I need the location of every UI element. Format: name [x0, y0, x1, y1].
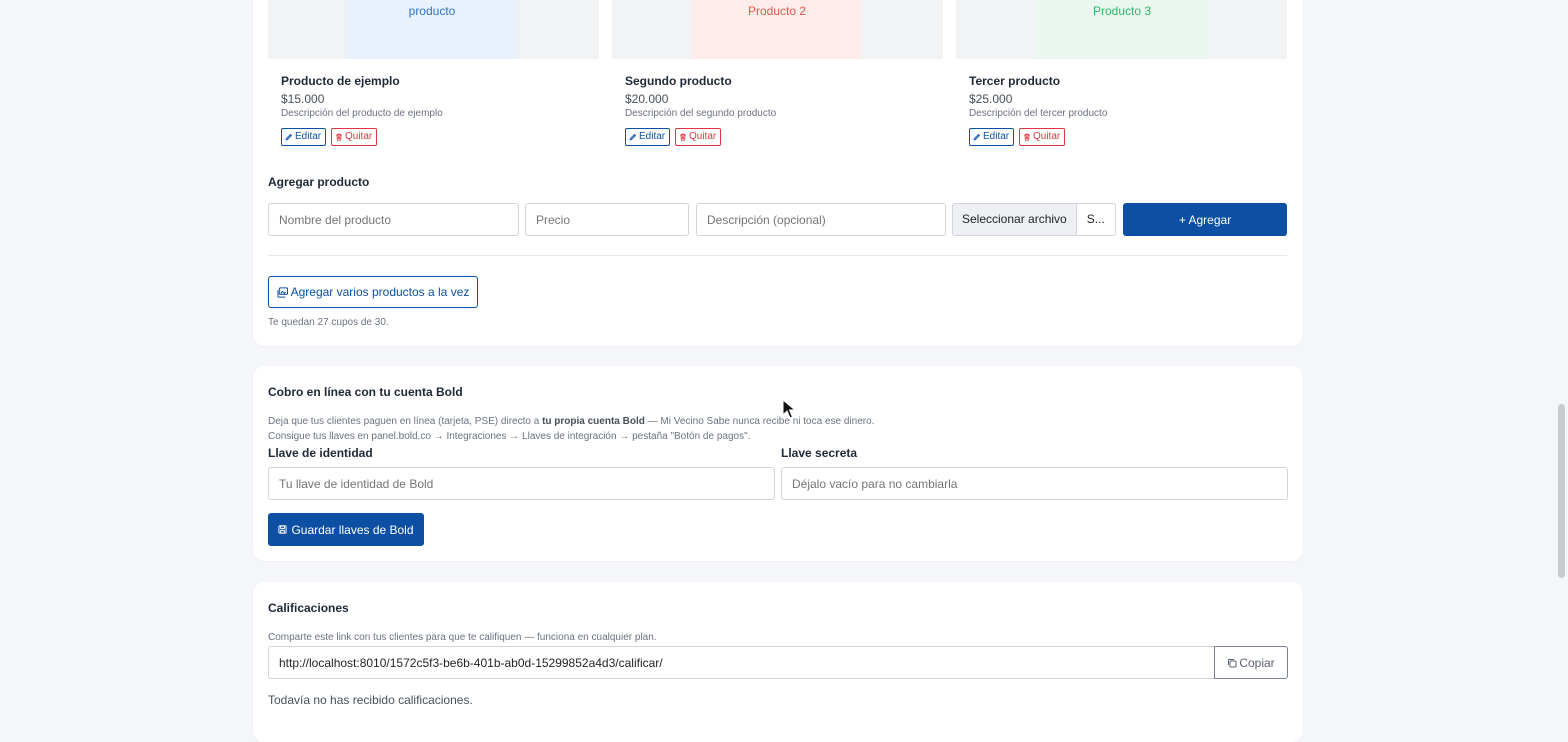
- identity-key-input[interactable]: [268, 467, 775, 500]
- remove-label: Quitar: [345, 131, 373, 142]
- edit-product-button[interactable]: Editar: [625, 128, 671, 146]
- bulk-add-label: Agregar varios productos a la vez: [290, 285, 470, 299]
- copy-icon: [1228, 658, 1237, 667]
- file-status-text: S...: [1086, 212, 1105, 226]
- choose-file-button[interactable]: Seleccionar archivo: [953, 204, 1077, 235]
- save-bold-keys-button[interactable]: Guardar llaves de Bold: [268, 513, 424, 546]
- remove-label: Quitar: [689, 131, 717, 142]
- remove-label: Quitar: [1033, 131, 1061, 142]
- product-description: Descripción del tercer producto: [969, 108, 1108, 119]
- bold-desc-before: Deja que tus clientes paguen en línea (t…: [268, 416, 543, 427]
- product-image-placeholder: producto: [345, 0, 519, 59]
- product-description: Descripción del producto de ejemplo: [281, 108, 443, 119]
- quota-text: Te quedan 27 cupos de 30.: [268, 317, 389, 328]
- pencil-icon: [629, 133, 637, 141]
- bold-desc-after: — Mi Vecino Sabe nunca recibe ni toca es…: [644, 416, 875, 427]
- images-icon: [277, 286, 288, 298]
- product-image-placeholder: Producto 3: [1036, 0, 1208, 59]
- ratings-link-input[interactable]: [268, 646, 1215, 679]
- edit-product-button[interactable]: Editar: [969, 128, 1015, 146]
- edit-label: Editar: [983, 131, 1010, 142]
- identity-key-label: Llave de identidad: [268, 446, 373, 460]
- pencil-icon: [973, 133, 981, 141]
- product-image: Producto 2: [612, 0, 943, 59]
- scrollbar-thumb[interactable]: [1558, 404, 1565, 578]
- ratings-description: Comparte este link con tus clientes para…: [268, 632, 657, 643]
- edit-label: Editar: [639, 131, 666, 142]
- product-image-text: producto: [408, 4, 456, 18]
- bold-instructions: Consigue tus llaves en panel.bold.co → I…: [268, 431, 751, 442]
- product-name-input[interactable]: [268, 203, 519, 236]
- bold-title: Cobro en línea con tu cuenta Bold: [268, 385, 463, 399]
- scrollbar[interactable]: [1554, 0, 1568, 706]
- product-description: Descripción del segundo producto: [625, 108, 777, 119]
- add-product-title: Agregar producto: [268, 175, 370, 189]
- product-price: $15.000: [281, 92, 325, 106]
- product-price: $25.000: [969, 92, 1013, 106]
- bulk-add-button[interactable]: Agregar varios productos a la vez: [268, 276, 478, 308]
- product-image-text: Producto 3: [1092, 4, 1152, 18]
- remove-product-button[interactable]: Quitar: [675, 128, 722, 146]
- trash-icon: [336, 133, 342, 141]
- product-image-placeholder: Producto 2: [692, 0, 862, 59]
- section-divider: [268, 255, 1287, 256]
- secret-key-label: Llave secreta: [781, 446, 858, 460]
- bold-desc-strong: tu propia cuenta Bold: [542, 416, 645, 427]
- secret-key-input[interactable]: [781, 467, 1288, 500]
- file-input[interactable]: Seleccionar archivo S...: [952, 203, 1116, 236]
- remove-product-button[interactable]: Quitar: [1019, 128, 1066, 146]
- copy-link-button[interactable]: Copiar: [1214, 646, 1288, 679]
- product-image: producto: [268, 0, 599, 59]
- pencil-icon: [285, 133, 293, 141]
- ratings-title: Calificaciones: [268, 601, 349, 615]
- product-price-input[interactable]: [525, 203, 689, 236]
- remove-product-button[interactable]: Quitar: [331, 128, 378, 146]
- edit-product-button[interactable]: Editar: [281, 128, 327, 146]
- copy-link-label: Copiar: [1239, 655, 1275, 670]
- product-price: $20.000: [625, 92, 669, 106]
- mouse-cursor-icon: [782, 399, 796, 419]
- trash-icon: [680, 133, 686, 141]
- product-description-input[interactable]: [696, 203, 946, 236]
- save-bold-keys-label: Guardar llaves de Bold: [291, 522, 414, 537]
- no-ratings-text: Todavía no has recibido calificaciones.: [268, 693, 473, 707]
- save-icon: [278, 525, 288, 534]
- trash-icon: [1024, 133, 1030, 141]
- product-image-text: Producto 2: [747, 4, 807, 18]
- product-name: Producto de ejemplo: [281, 74, 400, 88]
- edit-label: Editar: [295, 131, 322, 142]
- add-product-button[interactable]: + Agregar: [1123, 203, 1287, 236]
- product-name: Segundo producto: [625, 74, 732, 88]
- product-name: Tercer producto: [969, 74, 1061, 88]
- add-product-label: + Agregar: [1178, 212, 1232, 227]
- product-image: Producto 3: [956, 0, 1287, 59]
